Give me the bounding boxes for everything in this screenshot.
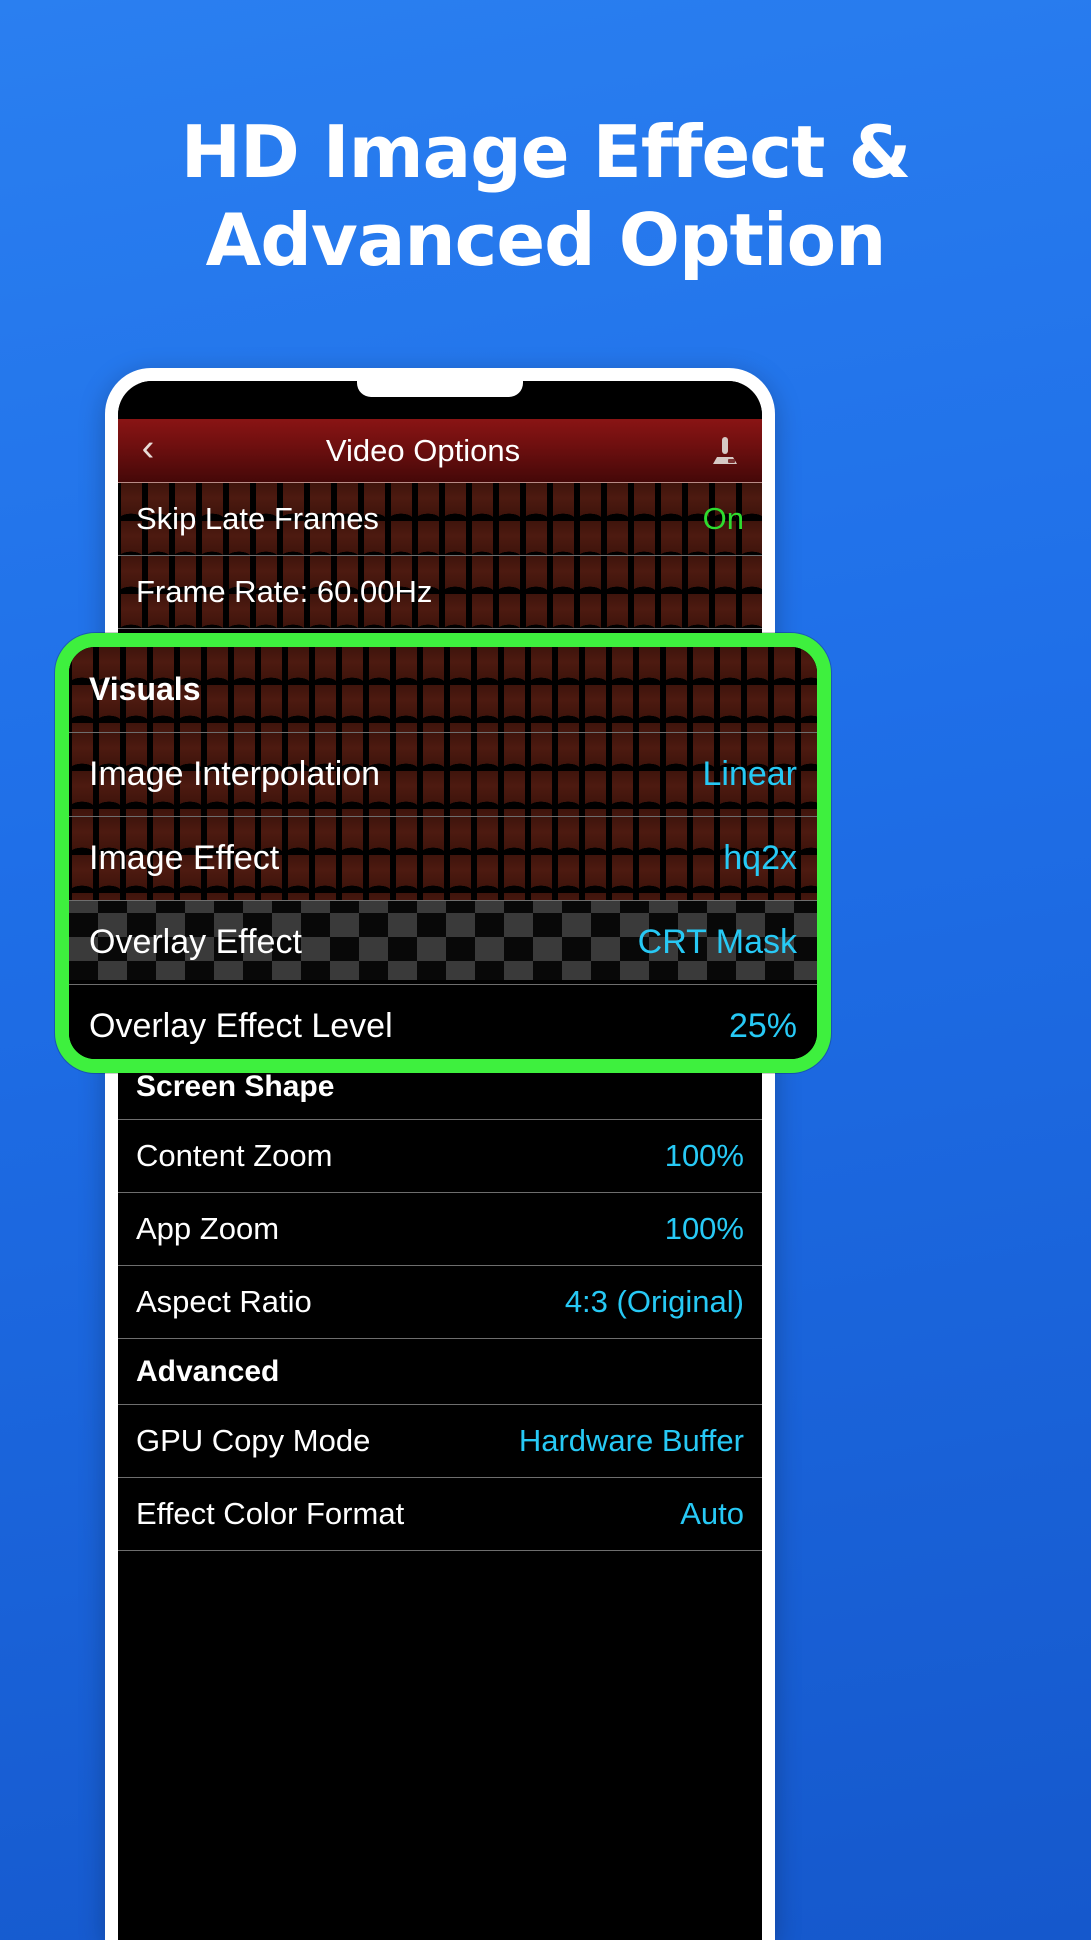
row-label: Aspect Ratio: [136, 1284, 312, 1319]
row-label: Overlay Effect Level: [89, 1006, 393, 1045]
feature-highlight-box: Visuals Image Interpolation Linear Image…: [55, 633, 831, 1073]
table-row[interactable]: Aspect Ratio 4:3 (Original): [118, 1266, 762, 1339]
row-value: hq2x: [723, 839, 797, 877]
table-row[interactable]: Content Zoom 100%: [118, 1120, 762, 1193]
row-label: Screen Shape: [136, 1069, 335, 1103]
row-value: Auto: [680, 1496, 744, 1531]
row-value: On: [702, 501, 744, 536]
page-title: Video Options: [325, 432, 521, 468]
phone-mockup: ‹ Video Options Skip Late Frames On Fram…: [105, 368, 775, 1940]
row-label: Overlay Effect: [89, 923, 302, 961]
table-row[interactable]: App Zoom 100%: [118, 1193, 762, 1266]
row-label: Image Interpolation: [89, 755, 381, 793]
phone-screen: ‹ Video Options Skip Late Frames On Fram…: [118, 381, 762, 1940]
phone-notch: [357, 381, 523, 397]
headline-line-2: Advanced Option: [205, 198, 887, 282]
table-row-overlay-effect[interactable]: Overlay Effect CRT Mask: [69, 901, 817, 985]
section-header-visuals: Visuals: [69, 647, 817, 733]
row-label: Image Effect: [89, 839, 280, 877]
row-value: 4:3 (Original): [564, 1284, 744, 1319]
table-row[interactable]: Skip Late Frames On: [118, 483, 762, 556]
table-row[interactable]: GPU Copy Mode Hardware Buffer: [118, 1405, 762, 1478]
headline-line-1: HD Image Effect &: [180, 110, 912, 194]
table-row-image-effect[interactable]: Image Effect hq2x: [69, 817, 817, 901]
table-row-overlay-effect-level[interactable]: Overlay Effect Level 25%: [69, 985, 817, 1059]
row-value: 100%: [664, 1138, 744, 1173]
table-row-image-interpolation[interactable]: Image Interpolation Linear: [69, 733, 817, 817]
promo-headline: HD Image Effect & Advanced Option: [0, 108, 1091, 284]
row-value: CRT Mask: [637, 923, 797, 961]
highlight-content: Visuals Image Interpolation Linear Image…: [69, 647, 817, 1059]
row-label: Effect Color Format: [136, 1496, 405, 1531]
row-label: GPU Copy Mode: [136, 1423, 371, 1458]
row-label: Frame Rate: 60.00Hz: [136, 574, 433, 609]
table-row[interactable]: Frame Rate: 60.00Hz: [118, 556, 762, 629]
section-header-advanced: Advanced: [118, 1339, 762, 1405]
row-value: 100%: [664, 1211, 744, 1246]
joystick-icon[interactable]: [688, 431, 762, 471]
table-row[interactable]: Effect Color Format Auto: [118, 1478, 762, 1551]
app-header: ‹ Video Options: [118, 419, 762, 483]
row-label: Content Zoom: [136, 1138, 333, 1173]
row-value: Hardware Buffer: [518, 1423, 744, 1458]
row-value: Linear: [702, 755, 797, 793]
row-label: App Zoom: [136, 1211, 280, 1246]
row-label: Advanced: [136, 1354, 280, 1388]
row-value: 25%: [728, 1006, 797, 1045]
row-label: Skip Late Frames: [136, 501, 379, 536]
row-label: Visuals: [89, 671, 201, 707]
